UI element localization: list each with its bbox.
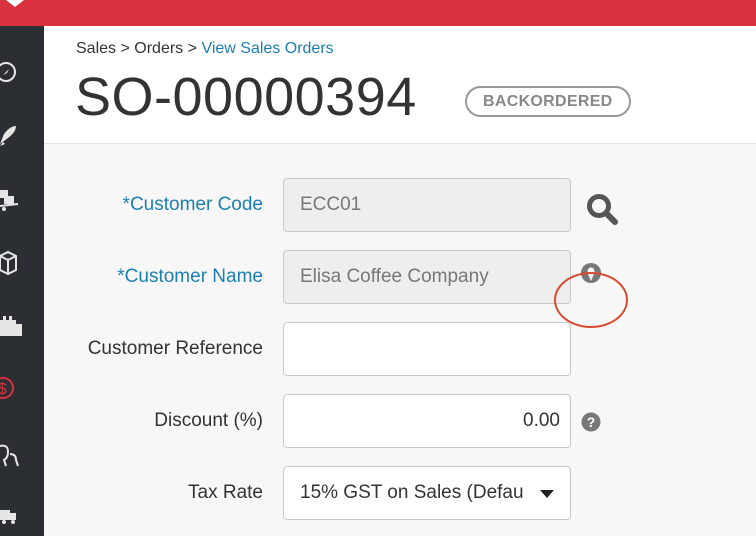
tax-rate-value: 15% GST on Sales (Default) xyxy=(300,482,524,503)
dollar-icon[interactable]: $ xyxy=(0,374,22,402)
customer-name-value: Elisa Coffee Company xyxy=(300,266,489,287)
customer-reference-input[interactable] xyxy=(283,322,571,376)
customer-name-label: *Customer Name xyxy=(117,266,263,287)
tax-rate-label: Tax Rate xyxy=(188,482,263,503)
breadcrumb-separator: > xyxy=(120,40,130,57)
help-icon[interactable]: ? xyxy=(581,412,601,432)
top-bar xyxy=(0,0,756,26)
discount-input[interactable]: 0.00 xyxy=(283,394,571,448)
page-header: Sales > Orders > View Sales Orders SO-00… xyxy=(44,26,756,144)
customer-code-value: ECC01 xyxy=(300,194,362,215)
customer-code-field[interactable]: ECC01 xyxy=(283,178,571,232)
annotation-highlight-circle xyxy=(554,272,628,328)
discount-value: 0.00 xyxy=(523,410,560,431)
order-form: *Customer Code ECC01 *Customer Name Elis… xyxy=(44,144,756,536)
breadcrumb-view-sales-orders[interactable]: View Sales Orders xyxy=(201,40,333,57)
discount-label: Discount (%) xyxy=(154,410,263,431)
logo-icon[interactable] xyxy=(0,0,30,8)
box-icon[interactable] xyxy=(0,248,22,276)
customer-name-field[interactable]: Elisa Coffee Company xyxy=(283,250,571,304)
breadcrumb-sales[interactable]: Sales xyxy=(76,40,116,57)
customer-reference-label: Customer Reference xyxy=(87,338,263,359)
rocket-icon[interactable] xyxy=(0,122,22,150)
customer-code-label: *Customer Code xyxy=(122,194,263,215)
breadcrumb-orders[interactable]: Orders xyxy=(134,40,183,57)
chevron-down-icon xyxy=(540,490,554,498)
compass-icon[interactable] xyxy=(0,58,22,86)
truck-icon[interactable] xyxy=(0,502,22,530)
tax-rate-select[interactable]: 15% GST on Sales (Default) xyxy=(283,466,571,520)
breadcrumb: Sales > Orders > View Sales Orders xyxy=(76,40,334,58)
page-title: SO-00000394 xyxy=(75,67,417,127)
status-badge: BACKORDERED xyxy=(465,86,631,117)
sidebar: $ xyxy=(0,26,44,536)
factory-icon[interactable] xyxy=(0,312,22,340)
breadcrumb-separator: > xyxy=(187,40,197,57)
cart-icon[interactable] xyxy=(0,184,22,212)
svg-text:$: $ xyxy=(0,381,7,398)
users-icon[interactable] xyxy=(0,440,22,468)
search-icon[interactable] xyxy=(585,192,619,226)
svg-text:?: ? xyxy=(587,414,596,430)
main-content: Sales > Orders > View Sales Orders SO-00… xyxy=(44,26,756,536)
